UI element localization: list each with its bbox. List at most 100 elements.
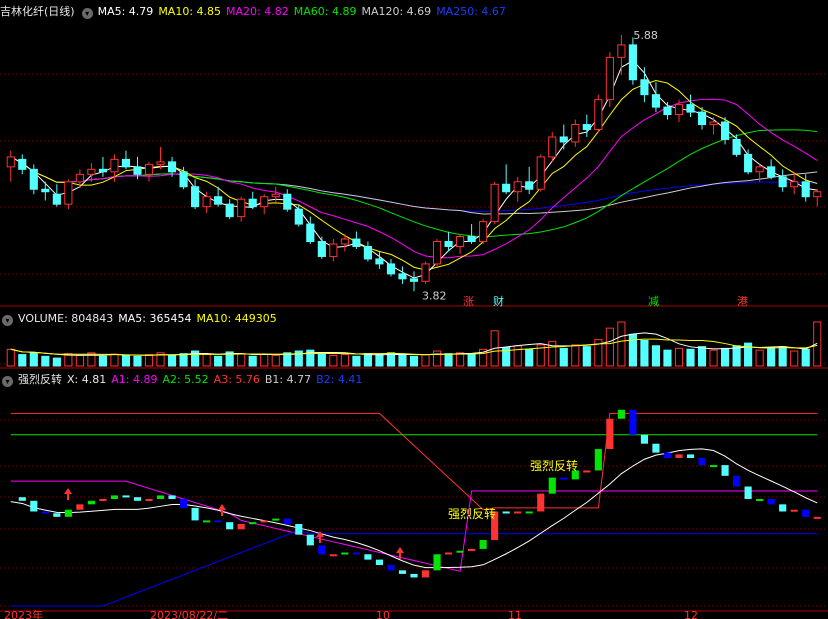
- volume-bar: [317, 352, 326, 367]
- indicator-bar: [180, 499, 188, 508]
- price-candle: [709, 121, 718, 126]
- price-candle: [732, 138, 741, 155]
- price-candle: [144, 163, 154, 175]
- price-candle: [778, 176, 787, 188]
- price-candle: [605, 56, 614, 101]
- price-candle: [640, 79, 649, 96]
- volume-bar: [582, 346, 591, 367]
- volume-bar: [363, 353, 372, 367]
- price-candle: [490, 183, 499, 223]
- indicator-bar: [387, 564, 395, 571]
- price-candle: [110, 158, 119, 173]
- price-candle: [352, 238, 361, 247]
- volume-bar: [559, 347, 568, 367]
- price-candle: [248, 198, 257, 208]
- signal-label: 强烈反转: [530, 458, 578, 473]
- legend-ma60: MA60: 4.89: [293, 5, 357, 18]
- indicator-bar: [502, 511, 510, 514]
- indicator-bar: [283, 518, 291, 524]
- price-candle: [755, 166, 764, 173]
- volume-bars: [6, 321, 822, 367]
- price-candle: [674, 104, 684, 116]
- settings-icon[interactable]: ▾: [81, 8, 93, 19]
- price-candle: [75, 173, 84, 183]
- buy-arrow-icon: [64, 488, 72, 500]
- price-candle: [790, 181, 799, 188]
- volume-bar: [767, 347, 776, 367]
- indicator-settings-icon[interactable]: ▾: [2, 376, 13, 387]
- indicator-bar: [133, 497, 142, 501]
- event-tag: 减: [648, 295, 659, 308]
- price-ma250-line: [10, 156, 818, 213]
- price-candle: [260, 196, 269, 208]
- buy-arrow-icon: [218, 504, 226, 516]
- indicator-bar: [76, 504, 84, 510]
- volume-bar: [271, 354, 280, 367]
- stock-title[interactable]: 吉林化纤(日线): [0, 5, 75, 18]
- price-candle: [294, 208, 303, 225]
- date-label: 12: [684, 609, 698, 619]
- indicator-bar: [698, 457, 706, 466]
- indicator-bar: [203, 520, 211, 523]
- date-label: 10: [376, 609, 390, 619]
- price-candle: [456, 236, 465, 247]
- indicator-bar: [548, 477, 556, 494]
- volume-bar: [6, 348, 15, 367]
- price-ma5-line: [10, 60, 818, 279]
- legend-indicator-name[interactable]: 强烈反转: [18, 373, 62, 386]
- price-candle: [467, 236, 476, 243]
- indicator-bar: [122, 495, 130, 498]
- volume-bar: [720, 347, 730, 367]
- volume-bar: [352, 355, 361, 367]
- indicator-bar: [30, 500, 38, 512]
- volume-bar: [467, 354, 476, 367]
- volume-bar: [75, 354, 84, 367]
- price-candle: [167, 161, 177, 173]
- price-candle: [617, 44, 626, 58]
- price-candle: [225, 203, 234, 218]
- event-tag: 涨: [463, 295, 474, 308]
- price-candle: [306, 223, 315, 243]
- indicator-bar: [341, 552, 349, 555]
- price-candle: [697, 111, 707, 126]
- indicator-b1-line: [10, 448, 818, 569]
- price-ma60-line: [10, 129, 818, 238]
- indicator-bar: [237, 523, 245, 530]
- price-high-label: 5.88: [633, 29, 658, 42]
- volume-bar: [755, 349, 764, 367]
- indicator-bar: [87, 500, 95, 505]
- legend-a1: A1: 4.89: [111, 373, 158, 386]
- indicator-bar: [260, 520, 268, 523]
- price-candle: [133, 166, 142, 175]
- indicator-bar: [53, 513, 61, 517]
- price-candle: [52, 193, 61, 205]
- price-candle: [559, 136, 568, 143]
- indicator-bar: [18, 497, 26, 501]
- price-candle: [156, 161, 165, 165]
- indicator-bar: [583, 470, 591, 473]
- volume-settings-icon[interactable]: ▾: [2, 315, 13, 326]
- indicator-bar: [156, 495, 165, 499]
- indicator-bar: [364, 554, 372, 560]
- indicator-legend: ▾ 强烈反转 X: 4.81 A1: 4.89 A2: 5.52 A3: 5.76 B1: …: [0, 371, 367, 389]
- indicator-bar: [168, 495, 176, 499]
- volume-legend: ▾ VOLUME: 804843 MA5: 365454 MA10: 449305: [0, 310, 282, 328]
- indicator-bar: [110, 495, 119, 499]
- indicator-bar: [468, 548, 476, 551]
- volume-bar: [617, 321, 626, 367]
- indicator-bar: [779, 504, 787, 512]
- price-candle: [41, 188, 50, 193]
- volume-bar: [674, 347, 684, 367]
- indicator-bar: [629, 409, 637, 435]
- event-tag: 财: [493, 294, 504, 308]
- indicator-bar: [249, 522, 257, 525]
- price-candle: [179, 171, 188, 188]
- legend-x: X: 4.81: [67, 373, 107, 386]
- volume-bar: [18, 354, 27, 367]
- price-candle: [686, 104, 695, 113]
- volume-bar: [98, 355, 108, 367]
- volume-bar: [778, 346, 787, 367]
- indicator-bar: [663, 452, 672, 458]
- price-candle: [121, 158, 131, 168]
- price-candle: [513, 181, 522, 193]
